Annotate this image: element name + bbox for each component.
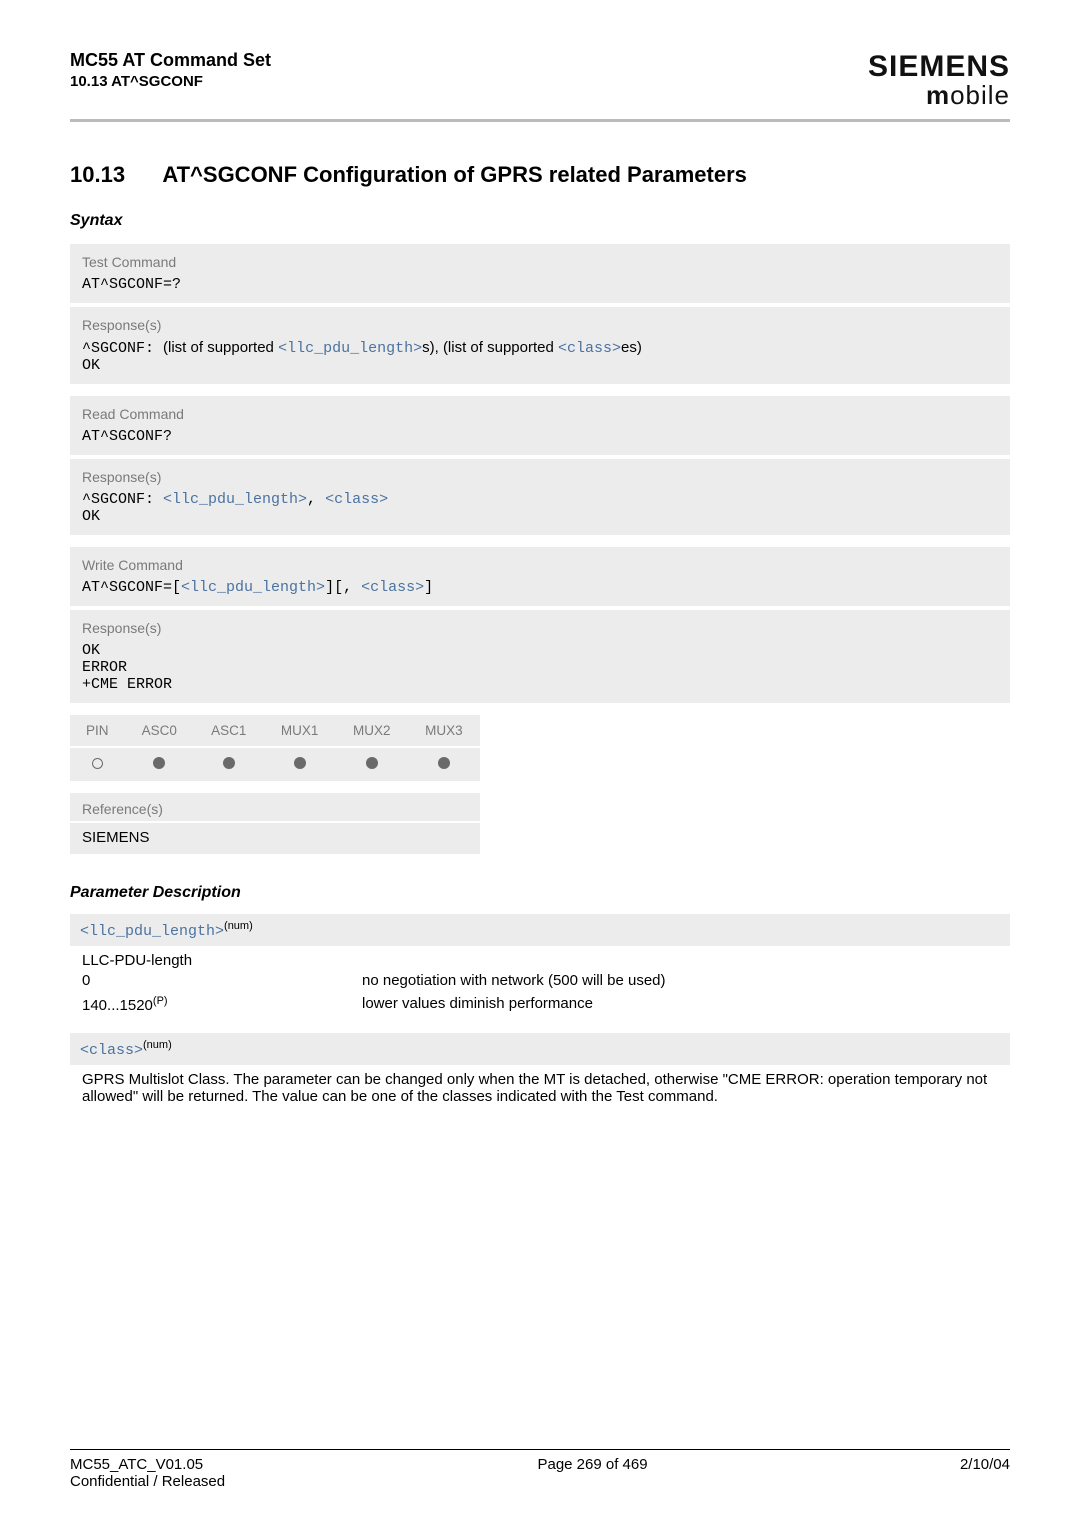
- doc-subtitle: 10.13 AT^SGCONF: [70, 73, 271, 90]
- write-end: ]: [424, 579, 433, 596]
- parameter-description-label: Parameter Description: [70, 884, 1010, 902]
- param1-row0-c2: no negotiation with network (500 will be…: [362, 972, 998, 989]
- circle-filled-icon: [366, 757, 378, 769]
- footer-left: MC55_ATC_V01.05 Confidential / Released: [70, 1456, 225, 1490]
- reference-block: Reference(s) SIEMENS: [70, 793, 480, 854]
- mux-col-pin: PIN: [70, 715, 125, 747]
- resp-text: (list of supported: [163, 339, 278, 356]
- mux-support-table: PIN ASC0 ASC1 MUX1 MUX2 MUX3: [70, 715, 480, 781]
- brand-mobile-rest: obile: [950, 80, 1010, 110]
- param-class-header: <class>(num): [70, 1033, 1010, 1065]
- circle-filled-icon: [153, 757, 165, 769]
- read-key1: <llc_pdu_length>: [163, 491, 307, 508]
- footer-right: 2/10/04: [960, 1456, 1010, 1490]
- param1-row1-c1-val: 140...1520: [82, 997, 153, 1014]
- brand-siemens: SIEMENS: [868, 50, 1010, 84]
- footer-left2: Confidential / Released: [70, 1473, 225, 1490]
- param1-row0: 0 no negotiation with network (500 will …: [82, 969, 998, 992]
- mux-col-asc0: ASC0: [125, 715, 195, 747]
- param1-row1: 140...1520(P) lower values diminish perf…: [82, 992, 998, 1017]
- param1-desc-title: LLC-PDU-length: [82, 952, 998, 969]
- circle-empty-icon: [92, 758, 103, 769]
- resp-prefix: ^SGCONF:: [82, 340, 163, 357]
- mux-col-mux1: MUX1: [264, 715, 336, 747]
- param1-name: <llc_pdu_length>: [80, 923, 224, 940]
- write-ok: OK: [82, 642, 998, 659]
- param1-row1-c1-sup: (P): [153, 995, 168, 1007]
- read-command-block: Read Command AT^SGCONF?: [70, 396, 1010, 455]
- resp-text2: s), (list of supported: [422, 339, 558, 356]
- section-heading: 10.13 AT^SGCONF Configuration of GPRS re…: [70, 162, 1010, 188]
- param1-row1-c2: lower values diminish performance: [362, 995, 998, 1014]
- llc-pdu-key: <llc_pdu_length>: [278, 340, 422, 357]
- test-command-cmd: AT^SGCONF=?: [82, 276, 998, 293]
- reference-label: Reference(s): [70, 793, 480, 823]
- write-cme: +CME ERROR: [82, 676, 998, 693]
- write-prefix: AT^SGCONF=[: [82, 579, 181, 596]
- read-sep: ,: [307, 491, 325, 508]
- mux-col-mux2: MUX2: [336, 715, 408, 747]
- write-command-label: Write Command: [82, 557, 998, 573]
- read-resp-prefix: ^SGCONF:: [82, 491, 163, 508]
- param1-row0-c1: 0: [82, 972, 362, 989]
- test-response-label: Response(s): [82, 317, 998, 333]
- circle-filled-icon: [223, 757, 235, 769]
- syntax-label: Syntax: [70, 212, 1010, 230]
- page-footer: MC55_ATC_V01.05 Confidential / Released …: [70, 1449, 1010, 1490]
- param-llc-pdu-body: LLC-PDU-length 0 no negotiation with net…: [70, 946, 1010, 1027]
- section-number: 10.13: [70, 162, 125, 188]
- mux-header-row: PIN ASC0 ASC1 MUX1 MUX2 MUX3: [70, 715, 480, 747]
- write-command-cmd: AT^SGCONF=[<llc_pdu_length>][, <class>]: [82, 579, 998, 596]
- read-key2: <class>: [325, 491, 388, 508]
- read-response-block: Response(s) ^SGCONF: <llc_pdu_length>, <…: [70, 455, 1010, 535]
- read-response-line: ^SGCONF: <llc_pdu_length>, <class>: [82, 491, 998, 508]
- test-ok: OK: [82, 357, 998, 374]
- circle-filled-icon: [438, 757, 450, 769]
- header-left: MC55 AT Command Set 10.13 AT^SGCONF: [70, 50, 271, 90]
- param2-desc: GPRS Multislot Class. The parameter can …: [82, 1071, 998, 1105]
- write-response-block: Response(s) OK ERROR +CME ERROR: [70, 606, 1010, 703]
- param-llc-pdu-header: <llc_pdu_length>(num): [70, 914, 1010, 946]
- param2-sup: (num): [143, 1039, 172, 1051]
- param-class-body: GPRS Multislot Class. The parameter can …: [70, 1065, 1010, 1115]
- write-key1: <llc_pdu_length>: [181, 579, 325, 596]
- reference-value: SIEMENS: [70, 823, 480, 854]
- brand-block: SIEMENS mobile: [868, 50, 1010, 111]
- footer-left1: MC55_ATC_V01.05: [70, 1456, 225, 1473]
- brand-mobile: mobile: [868, 80, 1010, 111]
- resp-end: es): [621, 339, 642, 356]
- read-ok: OK: [82, 508, 998, 525]
- brand-mobile-m: m: [926, 80, 950, 110]
- read-response-label: Response(s): [82, 469, 998, 485]
- test-response-line: ^SGCONF: (list of supported <llc_pdu_len…: [82, 339, 998, 357]
- write-command-block: Write Command AT^SGCONF=[<llc_pdu_length…: [70, 547, 1010, 606]
- class-key: <class>: [558, 340, 621, 357]
- mux-value-row: [70, 747, 480, 781]
- read-command-cmd: AT^SGCONF?: [82, 428, 998, 445]
- section-title: AT^SGCONF Configuration of GPRS related …: [162, 162, 747, 187]
- test-command-block: Test Command AT^SGCONF=?: [70, 244, 1010, 303]
- param1-sup: (num): [224, 920, 253, 932]
- write-key2: <class>: [361, 579, 424, 596]
- write-mid: ][,: [325, 579, 361, 596]
- page-header: MC55 AT Command Set 10.13 AT^SGCONF SIEM…: [70, 50, 1010, 122]
- mux-col-asc1: ASC1: [194, 715, 264, 747]
- write-error: ERROR: [82, 659, 998, 676]
- footer-center: Page 269 of 469: [537, 1456, 647, 1490]
- test-command-label: Test Command: [82, 254, 998, 270]
- read-command-label: Read Command: [82, 406, 998, 422]
- mux-col-mux3: MUX3: [408, 715, 480, 747]
- circle-filled-icon: [294, 757, 306, 769]
- write-response-label: Response(s): [82, 620, 998, 636]
- param2-name: <class>: [80, 1042, 143, 1059]
- doc-title: MC55 AT Command Set: [70, 50, 271, 71]
- param1-row1-c1: 140...1520(P): [82, 995, 362, 1014]
- test-response-block: Response(s) ^SGCONF: (list of supported …: [70, 303, 1010, 384]
